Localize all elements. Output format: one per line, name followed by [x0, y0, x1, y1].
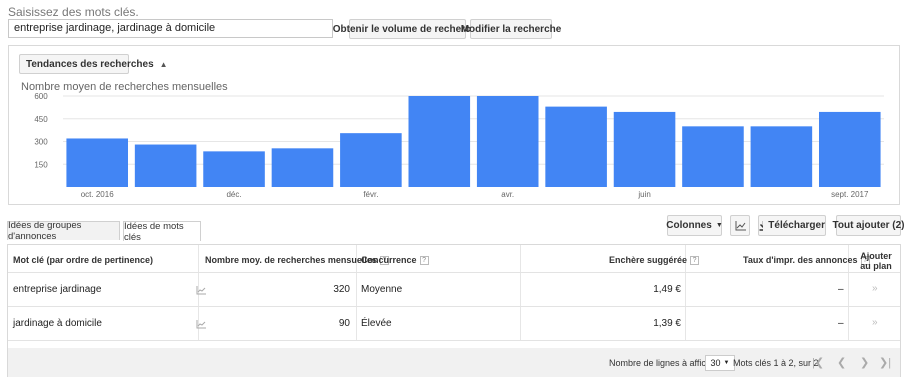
search-volume-chart: 150 300 450 600 oct. 2016 déc. févr. avr. juin se… — [34, 92, 884, 199]
bar — [750, 126, 813, 187]
bar — [203, 151, 265, 187]
header-keyword[interactable]: Mot clé (par ordre de pertinence) — [13, 255, 153, 265]
download-icon — [759, 220, 764, 231]
trend-select-label: Tendances des recherches — [26, 58, 154, 70]
y-tick-label: 450 — [34, 115, 48, 124]
x-tick-label: févr. — [363, 190, 378, 199]
tab-ad-group-ideas[interactable]: Idées de groupes d'annonces — [7, 220, 120, 242]
download-button[interactable]: Télécharger — [758, 215, 826, 236]
trend-select[interactable]: Tendances des recherches ▲︎ — [19, 54, 168, 74]
x-tick-label: avr. — [501, 190, 514, 199]
keyword-cell[interactable]: jardinage à domicile — [13, 318, 102, 329]
y-tick-label: 600 — [34, 92, 48, 101]
x-tick-label: déc. — [226, 190, 241, 199]
impr-share-cell: – — [838, 284, 844, 295]
header-competition-label: Concurrence — [361, 255, 417, 265]
keyword-table: Mot clé (par ordre de pertinence) Nombre… — [7, 244, 901, 377]
modify-search-button[interactable]: Modifier la recherche — [461, 19, 561, 39]
x-tick-label: oct. 2016 — [81, 190, 114, 199]
bid-cell: 1,39 € — [653, 318, 681, 329]
header-competition[interactable]: Concurrence? — [361, 255, 429, 266]
bar — [134, 144, 197, 187]
bar — [408, 96, 471, 187]
y-tick-label: 150 — [34, 160, 48, 169]
bar — [66, 138, 128, 187]
keywords-input[interactable]: entreprise jardinage, jardinage à domici… — [8, 19, 333, 38]
header-impr-share[interactable]: Taux d'impr. des annonces? — [743, 255, 870, 266]
columns-button[interactable]: Colonnes ▼ — [666, 215, 723, 236]
bar — [545, 106, 607, 187]
caret-down-icon: ▼ — [723, 360, 730, 366]
competition-cell: Élevée — [361, 318, 392, 329]
x-tick-label: sept. 2017 — [831, 190, 869, 199]
competition-cell: Moyenne — [361, 284, 403, 295]
page-range-text: Mots clés 1 à 2, sur 2 — [733, 358, 819, 368]
trend-chart-icon[interactable] — [196, 286, 206, 295]
chart-toggle-button[interactable] — [730, 215, 750, 236]
avg-searches-cell: 90 — [338, 318, 350, 329]
bid-cell: 1,49 € — [653, 284, 681, 295]
caret-down-icon: ▼ — [715, 222, 723, 229]
keyword-cell[interactable]: entreprise jardinage — [13, 284, 101, 295]
x-tick-label: juin — [637, 190, 650, 199]
bar — [682, 126, 744, 187]
header-add-to-plan: Ajouter au plan — [860, 251, 892, 271]
add-to-plan-icon[interactable]: » — [872, 317, 878, 328]
columns-label: Colonnes — [666, 220, 712, 231]
avg-searches-cell: 320 — [333, 284, 350, 295]
rows-per-page-value: 30 — [710, 358, 721, 368]
bar — [819, 111, 881, 187]
help-icon[interactable]: ? — [690, 256, 700, 266]
header-impr-share-label: Taux d'impr. des annonces — [743, 255, 858, 265]
line-chart-icon — [735, 220, 746, 230]
bar — [271, 148, 334, 187]
download-label: Télécharger — [768, 220, 825, 231]
bar — [613, 111, 676, 187]
rows-per-page-select[interactable]: 30 ▼ — [705, 355, 735, 371]
impr-share-cell: – — [838, 318, 844, 329]
pagination-bar: Nombre de lignes à afficher : 30 ▼ Mots … — [8, 348, 900, 377]
first-page-icon[interactable]: |❮ — [812, 356, 824, 369]
next-page-icon[interactable]: ❯ — [860, 356, 869, 369]
tab-keyword-ideas[interactable]: Idées de mots clés — [123, 221, 201, 243]
add-all-button[interactable]: Tout ajouter (2) — [832, 215, 905, 236]
keywords-label: Saisissez des mots clés. — [8, 5, 139, 19]
last-page-icon[interactable]: ❯| — [879, 356, 891, 369]
bar — [476, 96, 539, 187]
header-bid-label: Enchère suggérée — [609, 255, 688, 265]
header-bid[interactable]: Enchère suggérée? — [609, 255, 700, 266]
trend-chart-icon[interactable] — [196, 320, 206, 329]
help-icon[interactable]: ? — [419, 256, 429, 266]
header-avg-searches-label: Nombre moy. de recherches mensuelles — [205, 255, 377, 265]
get-volume-button[interactable]: Obtenir le volume de recherche — [333, 19, 482, 39]
add-to-plan-icon[interactable]: » — [872, 283, 878, 294]
bar — [340, 133, 402, 187]
prev-page-icon[interactable]: ❮ — [837, 356, 846, 369]
y-tick-label: 300 — [34, 138, 48, 147]
up-down-arrow-icon: ▲︎ — [159, 59, 168, 69]
